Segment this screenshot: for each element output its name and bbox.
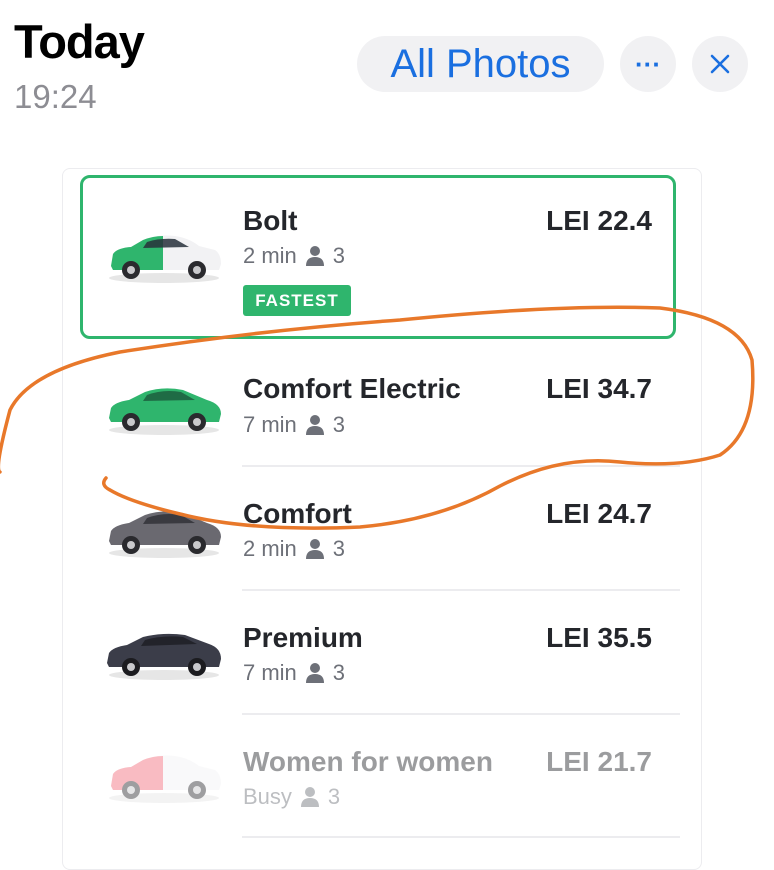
car-bolt-icon [109,235,221,283]
ride-seats: 3 [332,243,346,268]
ride-name: Comfort Electric [243,373,461,404]
ride-seats: 3 [332,536,346,561]
ride-seats: 3 [332,412,346,437]
ride-meta: 2 min 3 [243,243,345,269]
timestamp: 19:24 [14,78,97,115]
close-button[interactable] [692,36,748,92]
ride-seats: 3 [332,660,346,685]
close-icon [710,54,730,74]
ride-seats: 3 [327,784,341,809]
ride-meta: 7 min 3 [243,412,345,438]
person-icon [305,663,324,683]
ride-eta: 7 min [243,412,297,437]
car-premium-icon [107,633,221,680]
car-comfort-icon [109,511,221,558]
ride-eta: Busy [243,784,292,809]
ride-eta: 2 min [243,243,297,268]
all-photos-button[interactable]: All Photos [357,36,604,92]
ride-price: LEI 34.7 [546,373,652,404]
page-title: Today [14,15,145,68]
ride-name: Premium [243,622,363,653]
ride-name: Bolt [243,205,298,236]
person-icon [305,246,324,266]
ride-price: LEI 21.7 [546,746,652,777]
fastest-badge: FASTEST [243,285,351,316]
ride-name: Women for women [243,746,493,777]
more-icon: ··· [635,48,661,79]
person-icon [300,787,319,807]
car-women-for-women-icon [109,755,221,803]
ride-meta: 2 min 3 [243,536,345,562]
ride-eta: 7 min [243,660,297,685]
ride-name: Comfort [243,498,352,529]
ride-meta: Busy 3 [243,784,340,810]
ride-price: LEI 24.7 [546,498,652,529]
row-divider [242,836,680,838]
car-comfort-electric-icon [109,388,221,435]
person-icon [305,539,324,559]
ride-meta: 7 min 3 [243,660,345,686]
more-options-button[interactable]: ··· [620,36,676,92]
person-icon [305,415,324,435]
ride-price: LEI 35.5 [546,622,652,653]
ride-price: LEI 22.4 [546,205,652,236]
ride-eta: 2 min [243,536,297,561]
